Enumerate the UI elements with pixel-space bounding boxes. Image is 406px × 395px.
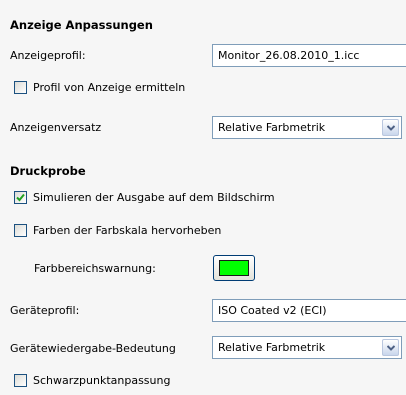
display-profile-label: Anzeigeprofil: — [10, 49, 86, 62]
detect-profile-checkbox[interactable] — [14, 81, 27, 94]
display-intent-dropdown[interactable]: Relative Farbmetrik — [212, 116, 402, 139]
device-intent-value: Relative Farbmetrik — [218, 341, 326, 354]
simulate-output-checkbox[interactable] — [14, 191, 27, 204]
display-profile-field[interactable]: Monitor_26.08.2010_1.icc — [212, 44, 406, 67]
gamut-warning-label: Farbbereichswarnung: — [34, 262, 156, 275]
display-section-title: Anzeige Anpassungen — [10, 18, 153, 32]
highlight-gamut-label: Farben der Farbskala hervorheben — [33, 224, 222, 237]
color-management-panel: Anzeige Anpassungen Anzeigeprofil: Monit… — [0, 0, 406, 395]
display-intent-dropdown-button[interactable] — [382, 119, 399, 136]
black-point-label: Schwarzpunktanpassung — [33, 374, 171, 387]
detect-profile-label: Profil von Anzeige ermitteln — [33, 81, 186, 94]
device-profile-field[interactable]: ISO Coated v2 (ECI) — [212, 299, 406, 322]
proof-section-title: Druckprobe — [10, 164, 86, 178]
chevron-down-icon — [387, 345, 395, 351]
device-intent-dropdown-button[interactable] — [382, 339, 399, 356]
gamut-warning-color-swatch — [219, 260, 249, 276]
black-point-checkbox[interactable] — [14, 374, 27, 387]
gamut-warning-color-button[interactable] — [213, 255, 255, 281]
device-profile-label: Geräteprofil: — [10, 304, 80, 317]
simulate-output-label: Simulieren der Ausgabe auf dem Bildschir… — [33, 191, 275, 204]
device-intent-label: Gerätewiedergabe-Bedeutung — [10, 342, 176, 355]
highlight-gamut-checkbox[interactable] — [14, 224, 27, 237]
chevron-down-icon — [387, 125, 395, 131]
checkmark-icon — [16, 193, 25, 202]
display-intent-value: Relative Farbmetrik — [218, 121, 326, 134]
device-intent-dropdown[interactable]: Relative Farbmetrik — [212, 336, 402, 359]
display-intent-label: Anzeigenversatz — [10, 121, 102, 134]
